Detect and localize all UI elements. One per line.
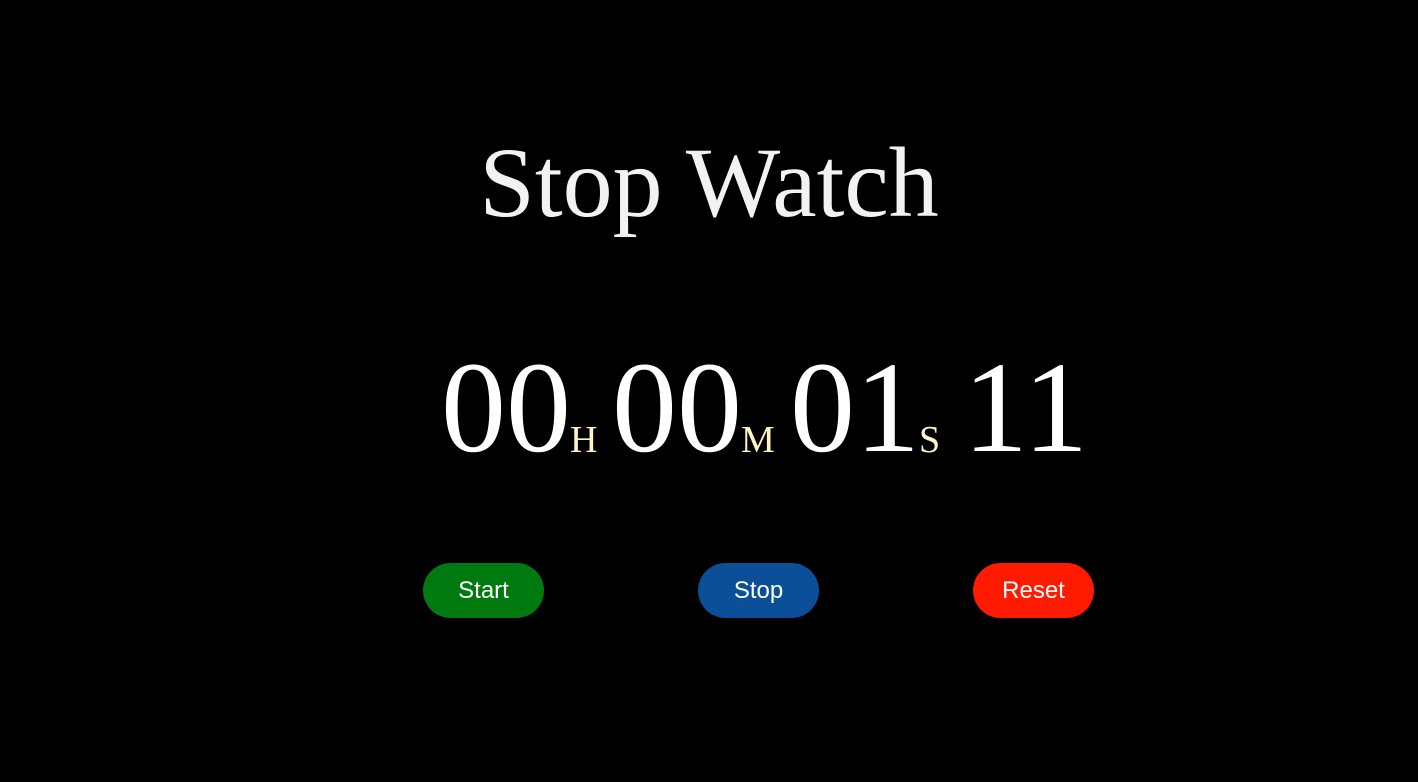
timer-display: 00 H 00 M 01 S 11 <box>0 338 1418 478</box>
start-button[interactable]: Start <box>423 563 544 618</box>
seconds-value: 01 <box>790 336 920 480</box>
seconds-unit: S <box>919 419 941 461</box>
centiseconds-value: 11 <box>963 336 1089 480</box>
minutes-value: 00 <box>612 336 742 480</box>
stopwatch-page: Stop Watch 00 H 00 M 01 S 11 Start Stop … <box>0 0 1418 782</box>
hours-value: 00 <box>441 336 571 480</box>
hours-unit: H <box>570 419 598 461</box>
stop-button[interactable]: Stop <box>698 563 819 618</box>
page-title: Stop Watch <box>479 127 939 238</box>
minutes-unit: M <box>741 419 775 461</box>
reset-button[interactable]: Reset <box>973 563 1094 618</box>
